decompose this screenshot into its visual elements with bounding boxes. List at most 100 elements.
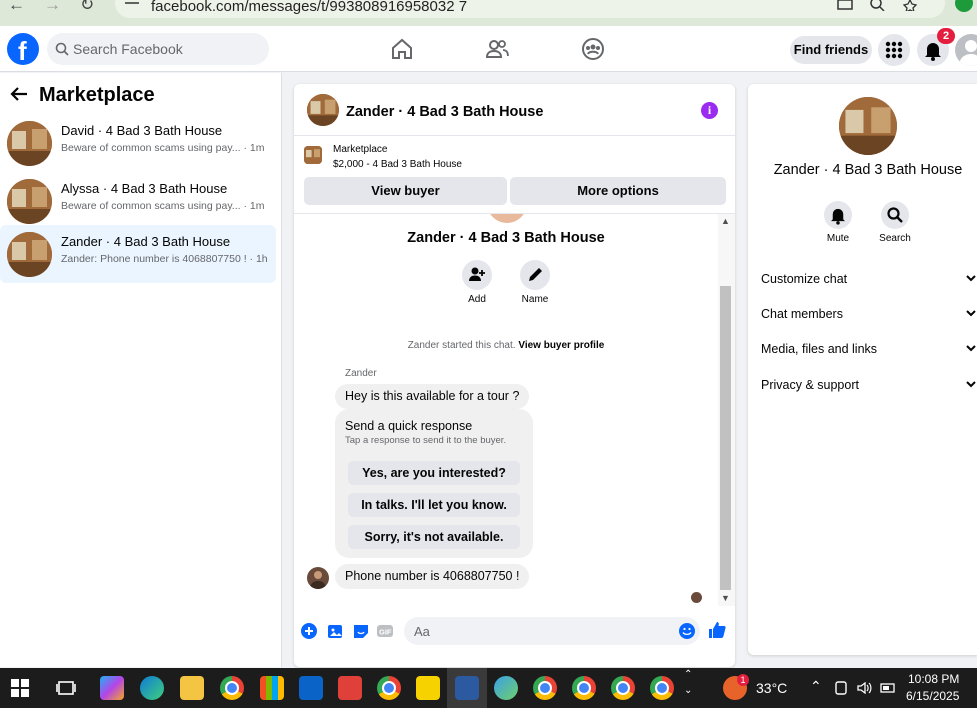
chrome-icon[interactable]	[220, 676, 244, 700]
search-action[interactable]: Search	[870, 201, 920, 244]
address-bar[interactable]: facebook.com/messages/t/993808916958032 …	[115, 0, 945, 18]
snipping-tool-icon[interactable]	[455, 676, 479, 700]
message-text: Phone number is 4068807750 !	[345, 569, 520, 583]
search-icon	[55, 42, 69, 56]
edge-browser-icon[interactable]	[140, 676, 164, 700]
quick-reply-button[interactable]: In talks. I'll let you know.	[348, 493, 520, 517]
chrome-window-icon[interactable]	[572, 676, 596, 700]
earth-app-icon[interactable]	[494, 676, 518, 700]
chrome-window-icon[interactable]	[533, 676, 557, 700]
name-label: Name	[521, 294, 549, 305]
search-box[interactable]	[47, 33, 269, 65]
thread-item-active[interactable]: Zander · 4 Bad 3 Bath House Zander: Phon…	[0, 225, 276, 283]
battery-icon[interactable]	[880, 680, 896, 696]
anydesk-icon[interactable]	[338, 676, 362, 700]
buyer-avatar-partial	[487, 214, 527, 223]
file-explorer-icon[interactable]	[180, 676, 204, 700]
sidebar-title: Marketplace	[39, 84, 155, 106]
gif-icon[interactable]: GIF	[376, 622, 394, 640]
user-silhouette-icon	[959, 40, 977, 66]
info-icon[interactable]: i	[701, 102, 718, 119]
chat-started-notice: Zander started this chat. View buyer pro…	[294, 340, 718, 351]
message-scrollbar[interactable]: ▲ ▼	[718, 214, 735, 606]
overflow-chevrons-icon[interactable]: ⌃ ⌄	[684, 670, 692, 696]
scroll-up-icon[interactable]: ▲	[721, 216, 730, 226]
message-input[interactable]	[414, 617, 664, 645]
pencil-icon	[529, 268, 542, 281]
media-files-links-row[interactable]: Media, files and links	[761, 342, 977, 356]
name-action[interactable]: Name	[510, 260, 560, 305]
thread-item[interactable]: David · 4 Bad 3 Bath House Beware of com…	[0, 114, 276, 172]
sender-avatar[interactable]	[307, 567, 329, 589]
like-icon[interactable]	[708, 621, 726, 639]
message-input-box[interactable]	[404, 617, 700, 645]
chat-avatar[interactable]	[307, 94, 339, 126]
find-friends-button[interactable]: Find friends	[790, 36, 872, 64]
view-buyer-button[interactable]: View buyer	[304, 177, 507, 205]
volume-icon[interactable]	[856, 680, 872, 696]
listing-thumbnail	[7, 121, 52, 166]
scroll-down-icon[interactable]: ▼	[721, 593, 730, 603]
temperature[interactable]: 33°C	[756, 680, 787, 696]
info-panel-title: Zander · 4 Bad 3 Bath House	[773, 162, 963, 178]
customize-chat-row[interactable]: Customize chat	[761, 272, 977, 286]
sticker-icon[interactable]	[352, 622, 370, 640]
sender-name: Zander	[345, 368, 377, 379]
back-arrow-icon[interactable]: ←	[8, 0, 25, 13]
account-avatar[interactable]	[955, 34, 977, 66]
bookmark-star-icon[interactable]	[902, 0, 918, 11]
emoji-icon[interactable]	[678, 622, 696, 640]
quick-reply-button[interactable]: Sorry, it's not available.	[348, 525, 520, 549]
quick-response-subtitle: Tap a response to send it to the buyer.	[345, 435, 507, 446]
listing-thumbnail	[7, 232, 52, 277]
chat-header: Zander · 4 Bad 3 Bath House i	[294, 84, 735, 136]
add-action[interactable]: Add	[452, 260, 502, 305]
plus-icon[interactable]	[300, 622, 318, 640]
message-list: Zander · 4 Bad 3 Bath House Add Name Zan…	[294, 214, 735, 606]
facebook-logo-icon[interactable]: f	[7, 33, 39, 66]
chrome-window-icon[interactable]	[611, 676, 635, 700]
chrome-window-icon[interactable]	[650, 676, 674, 700]
chrome-profile-icon[interactable]	[377, 676, 401, 700]
chevron-down-icon	[966, 310, 976, 317]
site-settings-icon[interactable]	[125, 0, 139, 6]
more-options-button[interactable]: More options	[510, 177, 726, 205]
home-icon[interactable]	[389, 36, 415, 62]
listing-thumbnail	[7, 179, 52, 224]
chat-title[interactable]: Zander · 4 Bad 3 Bath House	[346, 104, 543, 120]
network-icon[interactable]	[833, 680, 849, 696]
show-hidden-icons-icon[interactable]: ⌃	[810, 678, 822, 695]
photo-icon[interactable]	[327, 622, 345, 640]
menu-button[interactable]	[878, 34, 910, 66]
listing-price[interactable]: $2,000 - 4 Bad 3 Bath House	[333, 159, 462, 170]
quick-reply-button[interactable]: Yes, are you interested?	[348, 461, 520, 485]
groups-icon[interactable]	[580, 36, 606, 62]
outlook-icon[interactable]	[299, 676, 323, 700]
windows-taskbar: ⌃ ⌄ 1 33°C ⌃ 10:08 PM 6/15/2025	[0, 668, 977, 708]
back-arrow-icon[interactable]	[10, 86, 28, 102]
copilot-icon[interactable]	[100, 676, 124, 700]
install-app-icon[interactable]	[837, 0, 853, 11]
windows-start-icon[interactable]	[8, 676, 32, 700]
clock-date[interactable]: 6/15/2025	[906, 689, 959, 703]
view-buyer-profile-link[interactable]: View buyer profile	[518, 340, 604, 351]
search-icon	[887, 207, 903, 223]
profile-extension-icon[interactable]	[955, 0, 973, 12]
scrollbar-thumb[interactable]	[720, 286, 731, 590]
sticky-notes-icon[interactable]	[416, 676, 440, 700]
conversation-name: Zander · 4 Bad 3 Bath House	[407, 230, 605, 246]
search-input[interactable]	[73, 33, 263, 65]
microsoft-store-icon[interactable]	[260, 676, 284, 700]
task-view-icon[interactable]	[54, 676, 78, 700]
zoom-icon[interactable]	[870, 0, 886, 11]
clock-time[interactable]: 10:08 PM	[908, 672, 959, 686]
thread-preview: Zander: Phone number is 4068807750 ! · 1…	[61, 253, 268, 265]
friends-icon[interactable]	[484, 36, 510, 62]
forward-arrow-icon[interactable]: →	[44, 0, 61, 13]
mute-action[interactable]: Mute	[813, 201, 863, 244]
reload-icon[interactable]: ↻	[80, 0, 94, 13]
thread-item[interactable]: Alyssa · 4 Bad 3 Bath House Beware of co…	[0, 172, 276, 230]
privacy-support-row[interactable]: Privacy & support	[761, 378, 977, 392]
mute-label: Mute	[826, 233, 850, 244]
chat-members-row[interactable]: Chat members	[761, 307, 977, 321]
